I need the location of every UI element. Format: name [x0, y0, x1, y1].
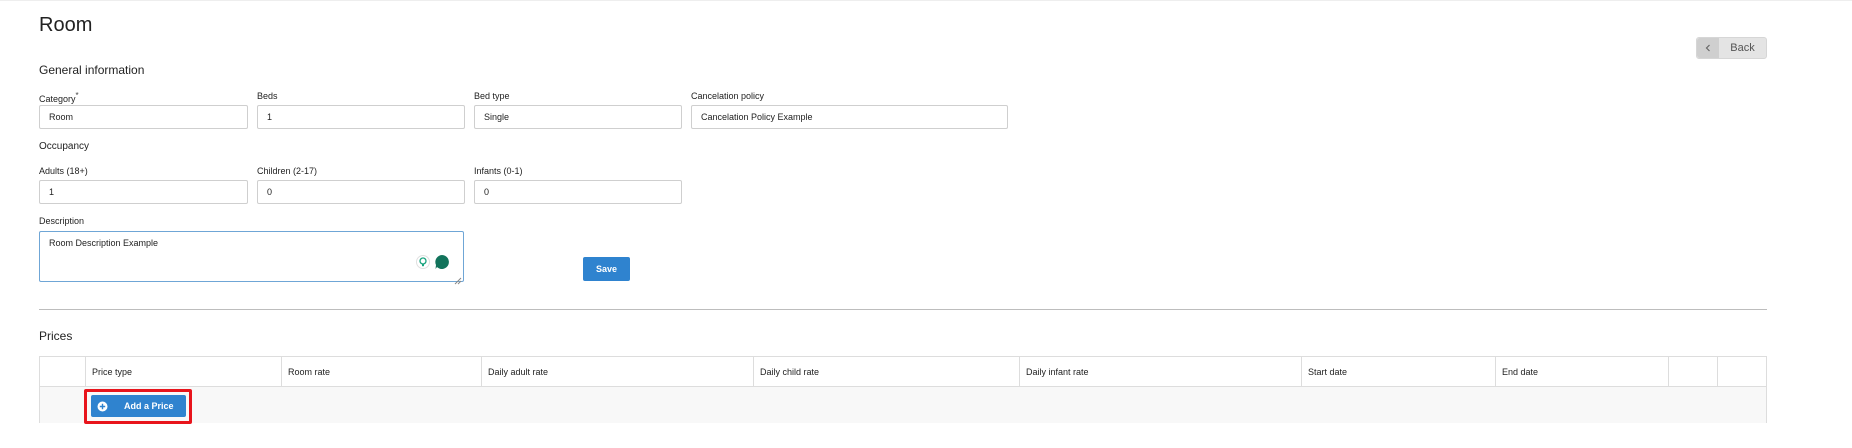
- top-divider: [0, 0, 1852, 1]
- column-header-blank: [40, 357, 86, 386]
- beds-label: Beds: [257, 91, 278, 101]
- page-title: Room: [39, 14, 93, 36]
- column-header-extra-1: [1669, 357, 1718, 386]
- children-input[interactable]: [257, 180, 465, 204]
- lightbulb-icon[interactable]: [415, 254, 431, 270]
- prices-table-body: [40, 387, 1766, 423]
- add-price-label: Add a Price: [124, 401, 174, 411]
- plus-circle-icon: [97, 401, 108, 412]
- column-header-extra-2: [1718, 357, 1766, 386]
- save-button[interactable]: Save: [583, 257, 630, 281]
- required-mark: *: [75, 91, 79, 100]
- description-label: Description: [39, 216, 85, 226]
- category-input[interactable]: [39, 105, 248, 129]
- cancelation-policy-input[interactable]: [691, 105, 1008, 129]
- children-label: Children (2-17): [257, 166, 318, 176]
- general-information-heading: General information: [39, 63, 145, 77]
- column-header-price-type: Price type: [86, 357, 282, 386]
- column-header-start-date: Start date: [1302, 357, 1496, 386]
- adults-input[interactable]: [39, 180, 248, 204]
- room-page: Room Back General information Category* …: [0, 0, 1852, 448]
- resize-grip-icon[interactable]: [454, 272, 462, 285]
- back-button-label: Back: [1730, 42, 1755, 54]
- textarea-assist-icons: [415, 254, 450, 270]
- column-header-end-date: End date: [1496, 357, 1669, 386]
- cancelation-policy-label: Cancelation policy: [691, 91, 765, 101]
- column-header-daily-adult-rate: Daily adult rate: [482, 357, 754, 386]
- bed-type-label: Bed type: [474, 91, 510, 101]
- column-header-room-rate: Room rate: [282, 357, 482, 386]
- category-label: Category*: [39, 91, 79, 104]
- back-button[interactable]: Back: [1696, 37, 1767, 59]
- adults-label: Adults (18+): [39, 166, 88, 176]
- section-divider: [39, 309, 1767, 310]
- description-textarea[interactable]: Room Description Example: [39, 231, 464, 282]
- infants-input[interactable]: [474, 180, 682, 204]
- prices-table: Price type Room rate Daily adult rate Da…: [39, 356, 1767, 423]
- prices-heading: Prices: [39, 329, 73, 343]
- chevron-left-icon: [1697, 38, 1719, 58]
- column-header-daily-child-rate: Daily child rate: [754, 357, 1020, 386]
- speech-bubble-icon[interactable]: [434, 254, 450, 270]
- add-price-button[interactable]: Add a Price: [91, 395, 186, 417]
- column-header-daily-infant-rate: Daily infant rate: [1020, 357, 1302, 386]
- infants-label: Infants (0-1): [474, 166, 523, 176]
- bed-type-input[interactable]: [474, 105, 682, 129]
- prices-table-header: Price type Room rate Daily adult rate Da…: [40, 357, 1766, 387]
- occupancy-heading: Occupancy: [39, 141, 90, 152]
- beds-input[interactable]: [257, 105, 465, 129]
